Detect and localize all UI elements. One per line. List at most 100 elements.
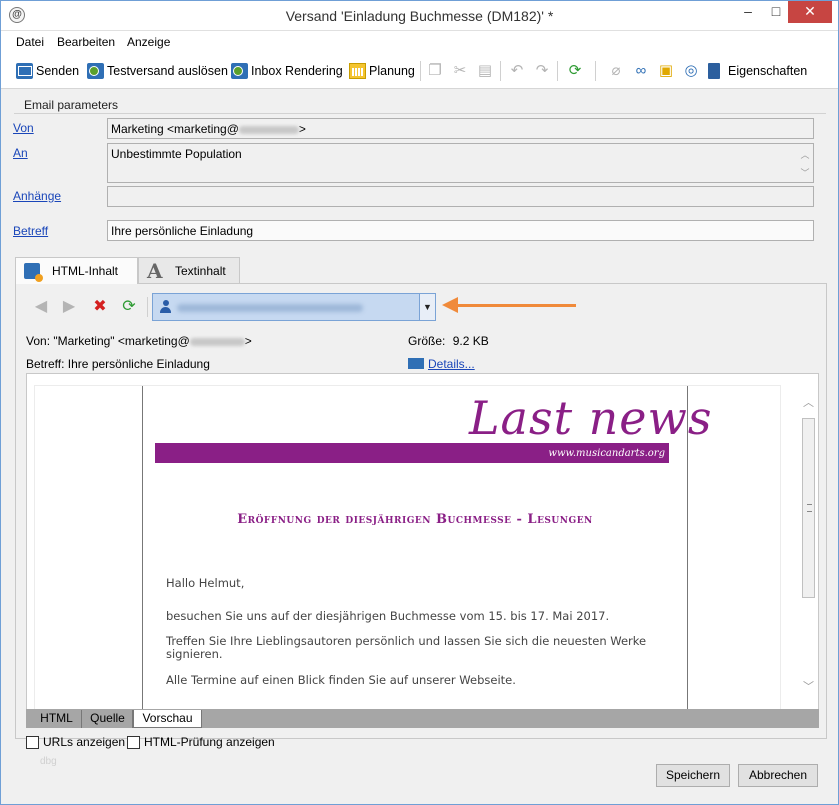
maximize-button[interactable]: □ — [761, 1, 791, 23]
tab-preview[interactable]: Vorschau — [133, 710, 202, 728]
to-field[interactable]: Unbestimmte Population ︿ ﹀ — [107, 143, 814, 183]
subject-field[interactable]: Ihre persönliche Einladung — [107, 220, 814, 241]
recipient-dropdown-button[interactable]: ▼ — [419, 294, 435, 320]
email-preview-pane[interactable]: Last news www.musicandarts.org Eröffnung… — [26, 373, 819, 711]
test-send-icon — [87, 63, 104, 79]
back-arrow-icon[interactable]: ◀ — [33, 299, 49, 315]
refresh-icon[interactable]: ⟳ — [567, 63, 583, 79]
email-paragraph: besuchen Sie uns auf der diesjährigen Bu… — [166, 609, 610, 623]
email-paragraph: Alle Termine auf einen Blick finden Sie … — [166, 673, 516, 687]
tab-html-content[interactable]: HTML-Inhalt — [15, 257, 138, 284]
toolbar-separator — [147, 297, 148, 317]
scroll-up-icon[interactable]: ︿ — [802, 394, 815, 410]
menu-datei[interactable]: Datei — [16, 35, 44, 49]
window-title: Versand 'Einladung Buchmesse (DM182)' * — [285, 8, 554, 24]
envelope-icon — [408, 358, 424, 369]
subject-link[interactable]: Betreff — [13, 224, 48, 238]
undo-icon[interactable]: ↶ — [509, 63, 525, 79]
title-bar: @ Versand 'Einladung Buchmesse (DM182)' … — [1, 1, 838, 31]
paste-icon[interactable]: ▤ — [477, 63, 493, 79]
redacted-domain — [238, 125, 299, 134]
copy-icon[interactable]: ❐ — [427, 63, 443, 79]
gift-icon[interactable]: ▣ — [658, 63, 674, 79]
inbox-rendering-button[interactable]: Inbox Rendering — [231, 62, 343, 80]
menu-bar: Datei Bearbeiten Anzeige — [1, 31, 838, 53]
delete-icon[interactable]: ✖ — [92, 299, 108, 315]
attachments-field[interactable] — [107, 186, 814, 207]
to-field-scrollbar[interactable]: ︿ ﹀ — [799, 146, 811, 182]
group-divider — [14, 113, 826, 114]
main-window: @ Versand 'Einladung Buchmesse (DM182)' … — [0, 0, 839, 805]
preview-mode-tabs: HTML Quelle Vorschau — [26, 709, 819, 728]
attachment-icon[interactable]: ⌀ — [608, 63, 624, 79]
scroll-down-icon[interactable]: ﹀ — [802, 678, 815, 694]
send-icon — [16, 63, 33, 79]
email-parameters-title: Email parameters — [24, 98, 119, 112]
tab-source[interactable]: Quelle — [83, 710, 133, 728]
send-button[interactable]: Senden — [16, 62, 79, 80]
recipient-selector[interactable]: ▼ — [152, 293, 436, 321]
test-send-label: Testversand auslösen — [107, 64, 228, 78]
header-bar: www.musicandarts.org — [155, 443, 669, 463]
to-link[interactable]: An — [13, 146, 28, 160]
tracking-icon[interactable]: ◎ — [683, 63, 699, 79]
email-headline: Eröffnung der diesjährigen Buchmesse - L… — [237, 512, 593, 527]
from-value-prefix: Marketing <marketing@ — [111, 122, 239, 136]
menu-bearbeiten[interactable]: Bearbeiten — [57, 35, 115, 49]
html-content-icon — [24, 263, 43, 282]
redo-icon[interactable]: ↷ — [534, 63, 550, 79]
clipboard-icon — [708, 63, 720, 79]
send-label: Senden — [36, 64, 80, 78]
header-url: www.musicandarts.org — [548, 448, 665, 459]
text-content-icon: A — [147, 258, 163, 283]
preview-scrollbar[interactable]: ︿ ﹀ — [800, 378, 816, 708]
details-row: Details... — [408, 357, 475, 371]
html-check-option[interactable]: HTML-Prüfung anzeigen — [127, 735, 275, 749]
minimize-button[interactable]: – — [733, 1, 763, 23]
scroll-thumb[interactable] — [802, 418, 815, 598]
email-greeting: Hallo Helmut, — [166, 576, 245, 590]
cancel-button[interactable]: Abbrechen — [738, 764, 818, 787]
show-urls-checkbox[interactable] — [26, 735, 39, 749]
size-value: 9.2 KB — [452, 334, 489, 348]
close-button[interactable]: ✕ — [788, 1, 832, 23]
planning-label: Planung — [369, 64, 415, 78]
calendar-icon — [349, 63, 366, 79]
menu-anzeige[interactable]: Anzeige — [127, 35, 170, 49]
from-value-suffix: > — [298, 122, 306, 136]
tab-text-label: Textinhalt — [175, 263, 226, 278]
show-urls-option[interactable]: URLs anzeigen — [26, 735, 125, 749]
html-check-label: HTML-Prüfung anzeigen — [144, 735, 275, 749]
to-value: Unbestimmte Population — [111, 147, 242, 161]
toolbar-separator — [420, 61, 421, 81]
tab-text-content[interactable]: A Textinhalt — [138, 257, 240, 283]
redacted-domain — [189, 337, 245, 346]
forward-arrow-icon[interactable]: ▶ — [61, 299, 77, 315]
tab-html[interactable]: HTML — [32, 710, 82, 728]
annotation-arrow — [456, 304, 576, 307]
toolbar-separator — [595, 61, 596, 81]
properties-button[interactable]: Eigenschaften — [708, 62, 807, 80]
preview-from-line: Von: "Marketing" <marketing@ > — [26, 334, 252, 348]
html-check-checkbox[interactable] — [127, 735, 140, 749]
preview-from-prefix: Von: "Marketing" <marketing@ — [26, 334, 190, 348]
test-send-button[interactable]: Testversand auslösen — [87, 62, 228, 80]
inbox-rendering-label: Inbox Rendering — [251, 64, 343, 78]
toolbar-separator — [500, 61, 501, 81]
size-label: Größe: — [408, 334, 446, 348]
link-icon[interactable]: ∞ — [633, 63, 649, 79]
email-paragraph: Treffen Sie Ihre Lieblingsautoren persön… — [166, 634, 647, 661]
cut-icon[interactable]: ✂ — [452, 63, 468, 79]
tab-html-label: HTML-Inhalt — [52, 264, 119, 278]
grip-icon — [807, 504, 812, 512]
from-link[interactable]: Von — [13, 121, 34, 135]
refresh-preview-icon[interactable]: ⟳ — [121, 299, 137, 315]
details-link[interactable]: Details... — [428, 357, 475, 371]
from-field[interactable]: Marketing <marketing@ > — [107, 118, 814, 139]
inbox-rendering-icon — [231, 63, 248, 79]
main-toolbar: Senden Testversand auslösen Inbox Render… — [1, 53, 838, 89]
attachments-link[interactable]: Anhänge — [13, 189, 61, 203]
save-button[interactable]: Speichern — [656, 764, 730, 787]
toolbar-separator — [557, 61, 558, 81]
planning-button[interactable]: Planung — [349, 62, 415, 80]
